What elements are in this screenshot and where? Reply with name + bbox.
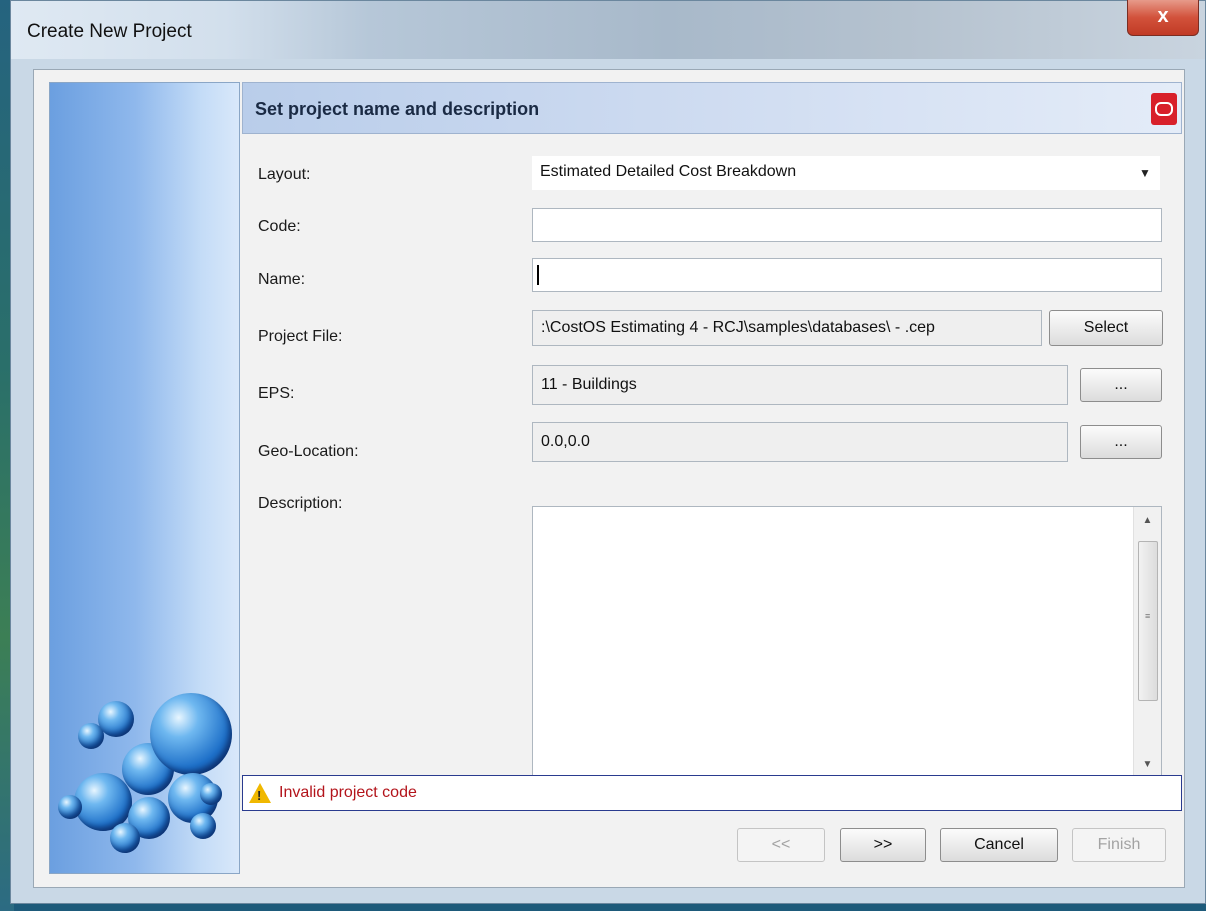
layout-select[interactable]: Estimated Detailed Cost Breakdown ▼ (532, 156, 1160, 190)
close-button[interactable]: x (1127, 0, 1199, 36)
section-title: Set project name and description (255, 99, 540, 119)
name-input[interactable] (532, 258, 1162, 292)
layout-label: Layout: (258, 166, 311, 183)
code-input[interactable] (532, 208, 1162, 242)
eps-label: EPS: (258, 385, 295, 402)
validation-status-bar: ! Invalid project code (242, 775, 1182, 811)
create-project-dialog: Create New Project x Set project name an… (10, 0, 1206, 904)
back-button[interactable]: << (737, 828, 825, 862)
wizard-main-panel: Set project name and description Layout:… (242, 82, 1186, 874)
geo-location-label: Geo-Location: (258, 443, 359, 460)
description-textarea[interactable]: ▲ ≡ ▼ (532, 506, 1162, 780)
name-label: Name: (258, 271, 306, 288)
eps-field[interactable]: 11 - Buildings (532, 365, 1068, 405)
description-label: Description: (258, 495, 343, 512)
chevron-down-icon[interactable]: ▼ (1134, 156, 1156, 190)
bubbles-logo-icon (50, 83, 239, 873)
wizard-side-panel (49, 82, 240, 874)
scroll-thumb[interactable]: ≡ (1138, 541, 1158, 701)
section-header: Set project name and description (242, 82, 1182, 134)
description-value (533, 507, 1161, 519)
grip-icon: ≡ (1145, 611, 1151, 621)
layout-value: Estimated Detailed Cost Breakdown (540, 163, 797, 180)
title-bar[interactable]: Create New Project x (11, 0, 1205, 59)
scroll-up-icon[interactable]: ▲ (1134, 509, 1161, 533)
warning-icon: ! (249, 783, 271, 803)
eps-browse-button[interactable]: ... (1080, 368, 1162, 402)
scroll-down-icon[interactable]: ▼ (1134, 753, 1161, 777)
geo-location-browse-button[interactable]: ... (1080, 425, 1162, 459)
code-label: Code: (258, 218, 301, 235)
select-file-button[interactable]: Select (1049, 310, 1163, 346)
description-scrollbar[interactable]: ▲ ≡ ▼ (1133, 507, 1161, 779)
status-message: Invalid project code (279, 784, 417, 801)
cancel-button[interactable]: Cancel (940, 828, 1058, 862)
oracle-icon (1151, 93, 1177, 125)
finish-button[interactable]: Finish (1072, 828, 1166, 862)
project-file-field[interactable]: :\CostOS Estimating 4 - RCJ\samples\data… (532, 310, 1042, 346)
window-title: Create New Project (27, 21, 192, 42)
project-file-label: Project File: (258, 328, 343, 345)
dialog-content: Set project name and description Layout:… (33, 69, 1185, 888)
next-button[interactable]: >> (840, 828, 926, 862)
text-cursor (537, 264, 539, 285)
geo-location-field[interactable]: 0.0,0.0 (532, 422, 1068, 462)
